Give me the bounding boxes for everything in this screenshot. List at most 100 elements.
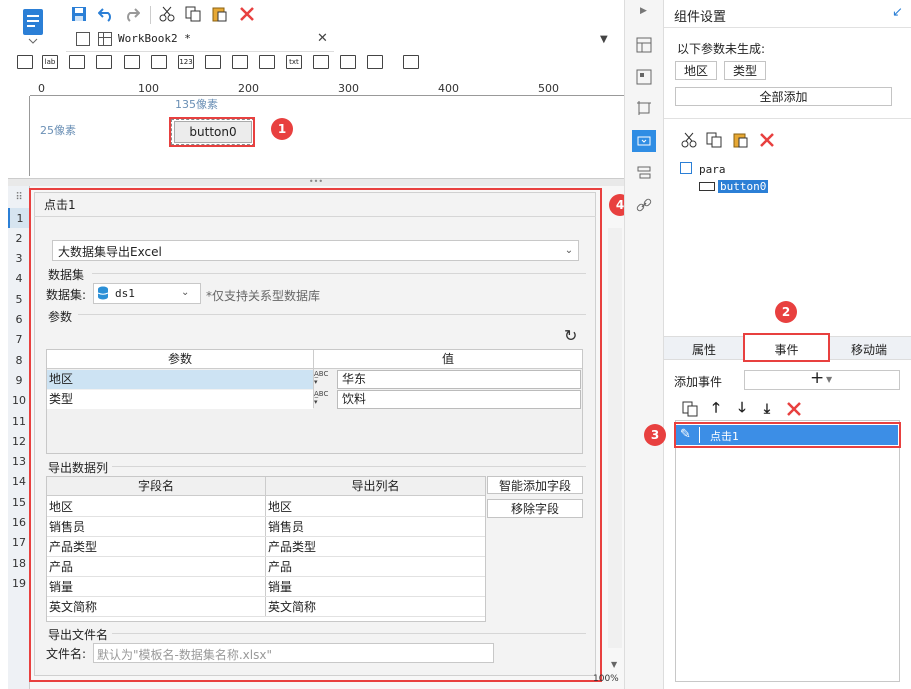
horizontal-ruler (30, 80, 624, 96)
move-down-icon[interactable]: 🡓 (733, 400, 751, 418)
collapse-icon[interactable]: ▶ (640, 6, 647, 16)
ruler-tick-400: 400 (438, 82, 459, 95)
param-chip-type[interactable]: 类型 (724, 61, 766, 80)
tab-workbook2[interactable]: WorkBook2 * (118, 32, 191, 45)
delete-icon[interactable] (238, 5, 256, 23)
more-widgets-icon[interactable] (403, 55, 419, 69)
row-number[interactable]: 1 (8, 208, 30, 228)
ruler-tick-0: 0 (38, 82, 45, 95)
tab-menu-icon[interactable]: ▼ (600, 34, 608, 45)
txt-widget-icon[interactable]: txt (286, 55, 302, 69)
vertical-scrollbar[interactable] (608, 228, 622, 648)
text-widget-icon[interactable]: lab (42, 55, 58, 69)
checkbox-group-icon[interactable] (259, 55, 275, 69)
combo-widget-icon[interactable] (96, 55, 112, 69)
copy-icon[interactable] (184, 5, 202, 23)
vertical-ruler (16, 96, 30, 176)
add-event-plus-icon: + (810, 368, 825, 388)
app-logo[interactable] (18, 6, 48, 44)
row-number[interactable]: 11 (8, 411, 30, 431)
row-number[interactable]: 2 (8, 228, 30, 248)
grid-icon[interactable] (76, 32, 90, 46)
paste-icon[interactable] (731, 131, 749, 149)
row-number[interactable]: 16 (8, 513, 30, 533)
textarea-widget-icon[interactable] (205, 55, 221, 69)
form-node-icon (680, 162, 692, 174)
ruler-tick-500: 500 (538, 82, 559, 95)
frame-icon[interactable] (634, 98, 654, 118)
move-up-icon[interactable]: 🡑 (707, 400, 725, 418)
row-number[interactable]: 12 (8, 431, 30, 451)
label-widget-icon[interactable] (17, 55, 33, 69)
close-tab-icon[interactable]: ✕ (317, 31, 328, 46)
row-number[interactable]: 7 (8, 330, 30, 350)
row-number[interactable]: 6 (8, 310, 30, 330)
highlight-box-2 (743, 333, 830, 362)
tab-properties[interactable]: 属性 (664, 341, 744, 358)
dropdown-chevron-icon: ▼ (826, 375, 833, 384)
template-icon[interactable] (634, 67, 654, 87)
link-icon[interactable] (634, 195, 654, 215)
cut-icon[interactable] (158, 5, 176, 23)
textfield-widget-icon[interactable] (69, 55, 85, 69)
button-widget-icon[interactable] (124, 55, 140, 69)
row-number[interactable]: 19 (8, 573, 30, 593)
sheet-corner-icon: ⠿ (15, 191, 23, 203)
paste-icon[interactable] (210, 5, 228, 23)
highlight-box-1 (169, 117, 255, 147)
radio-group-icon[interactable] (232, 55, 248, 69)
save-icon[interactable] (70, 5, 88, 23)
copy-icon[interactable] (705, 131, 723, 149)
row-number[interactable]: 5 (8, 289, 30, 309)
event-list (675, 420, 900, 682)
tree-root-para[interactable]: para (699, 163, 726, 176)
y-position-hint: 25像素 (40, 124, 76, 137)
scroll-down-icon[interactable]: ▼ (611, 660, 617, 669)
highlight-box-3 (674, 422, 901, 448)
highlight-box-4 (29, 188, 602, 682)
row-number[interactable]: 4 (8, 269, 30, 289)
step-badge-3: 3 (644, 424, 666, 446)
move-bottom-icon[interactable]: ⤓ (758, 400, 776, 418)
collapse-arrow-icon[interactable]: ↙ (892, 5, 903, 20)
row-number[interactable]: 18 (8, 553, 30, 573)
params-not-generated-label: 以下参数未生成: (677, 42, 766, 56)
report-logo-icon (23, 9, 43, 44)
zoom-level[interactable]: 100% (593, 674, 619, 684)
row-number[interactable]: 3 (8, 249, 30, 269)
ruler-tick-100: 100 (138, 82, 159, 95)
row-number[interactable]: 8 (8, 350, 30, 370)
x-position-hint: 135像素 (175, 98, 218, 111)
delete-icon[interactable] (758, 131, 776, 149)
undo-icon[interactable] (97, 5, 115, 23)
checkbox-widget-icon[interactable] (340, 55, 356, 69)
pane-splitter[interactable]: ••• (8, 178, 624, 186)
tree-widget-icon[interactable] (367, 55, 383, 69)
row-number[interactable]: 17 (8, 533, 30, 553)
param-chip-region[interactable]: 地区 (675, 61, 717, 80)
row-number[interactable]: 10 (8, 391, 30, 411)
date-widget-icon[interactable] (151, 55, 167, 69)
tree-item-button0[interactable]: button0 (718, 180, 769, 193)
step-badge-2: 2 (775, 301, 797, 323)
password-widget-icon[interactable] (313, 55, 329, 69)
add-event-label: 添加事件 (674, 375, 723, 389)
panel-title: 组件设置 (674, 10, 727, 25)
row-number[interactable]: 13 (8, 452, 30, 472)
add-all-button[interactable]: 全部添加 (675, 87, 892, 106)
panel-divider (664, 118, 911, 119)
copy-event-icon[interactable] (681, 400, 699, 418)
row-number[interactable]: 9 (8, 370, 30, 390)
redo-icon[interactable] (123, 5, 141, 23)
widget-settings-icon (634, 131, 654, 151)
list-icon[interactable] (634, 163, 654, 183)
row-number[interactable]: 15 (8, 492, 30, 512)
layout-icon[interactable] (634, 35, 654, 55)
tab-mobile[interactable]: 移动端 (829, 341, 909, 358)
ruler-tick-300: 300 (338, 82, 359, 95)
ruler-tick-200: 200 (238, 82, 259, 95)
number-widget-icon[interactable]: 123 (178, 55, 194, 69)
delete-event-icon[interactable] (785, 400, 803, 418)
cut-icon[interactable] (680, 131, 698, 149)
row-number[interactable]: 14 (8, 472, 30, 492)
